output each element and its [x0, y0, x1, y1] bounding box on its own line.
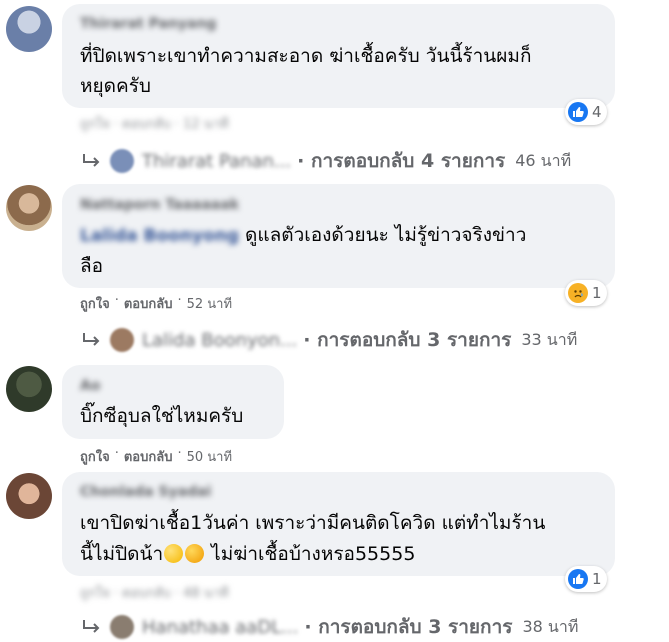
- separator: ·: [177, 293, 182, 308]
- comment-text: ลือ: [80, 255, 104, 277]
- comment-author[interactable]: Nattaporn Taaaaaak: [80, 197, 239, 213]
- view-replies[interactable]: Thirarat Panan... · การตอบกลับ 4 รายการ …: [80, 146, 571, 176]
- separator: ·: [177, 446, 182, 461]
- reply-time: 38 นาที: [522, 616, 579, 636]
- avatar[interactable]: [6, 6, 52, 52]
- reply-arrow-icon: [83, 154, 100, 167]
- reaction-number: 1: [592, 570, 602, 588]
- comment-author[interactable]: Chonlada Syadai: [80, 484, 211, 500]
- avatar[interactable]: [6, 366, 52, 412]
- comment-actions[interactable]: ถูกใจ · ตอบกลับ · 12 นาที: [80, 113, 229, 134]
- comment-author[interactable]: Ao: [80, 378, 100, 394]
- rofl-emoji: [185, 544, 205, 563]
- comment-text: นี้ไม่ปิดน้า ไม่ฆ่าเชื้อบ้างหรอ55555: [80, 538, 415, 570]
- sad-icon: [568, 283, 588, 303]
- rolling-eyes-emoji: [164, 544, 184, 563]
- reaction-count[interactable]: 1: [565, 566, 607, 592]
- comment-time[interactable]: 50 นาที: [187, 446, 232, 467]
- reply-avatar: [110, 149, 134, 173]
- comment-text: ที่ปิดเพราะเขาทำความสะอาด ฆ่าเชื้อครับ ว…: [80, 45, 532, 67]
- like-button[interactable]: ถูกใจ: [80, 446, 110, 467]
- comment-text-body: ไม่ฆ่าเชื้อบ้างหรอ55555: [205, 543, 416, 565]
- reply-author: Hanathaa aaDL...: [142, 616, 299, 638]
- reply-button[interactable]: ตอบกลับ: [124, 446, 173, 467]
- replies-count-label[interactable]: · การตอบกลับ 3 รายการ: [303, 325, 511, 355]
- comment-actions[interactable]: ถูกใจ · ตอบกลับ · 48 นาที: [80, 582, 229, 603]
- comment-text-body: นี้ไม่ปิดน้า: [80, 543, 164, 565]
- reaction-count[interactable]: 1: [565, 280, 607, 306]
- tagged-user[interactable]: Lalida Boonyong: [80, 226, 239, 246]
- comment-time[interactable]: 52 นาที: [187, 293, 232, 314]
- avatar[interactable]: [6, 185, 52, 231]
- comment-text: บิ๊กซีอุบลใช่ไหมครับ: [80, 405, 244, 427]
- reply-time: 33 นาที: [521, 329, 578, 349]
- comment-actions: ถูกใจ · ตอบกลับ · 52 นาที: [80, 293, 232, 314]
- reply-avatar: [110, 615, 134, 639]
- comment-text: เขาปิดฆ่าเชื้อ1วันค่า เพราะว่ามีคนติดโคว…: [80, 512, 546, 534]
- comment-author[interactable]: Thirarat Panyang: [80, 16, 216, 32]
- separator: ·: [114, 446, 119, 461]
- separator: ·: [114, 293, 119, 308]
- like-icon: [568, 569, 588, 589]
- view-replies[interactable]: Lalida Boonyon... · การตอบกลับ 3 รายการ …: [80, 325, 577, 355]
- reaction-number: 1: [592, 284, 602, 302]
- avatar[interactable]: [6, 473, 52, 519]
- replies-count-label[interactable]: · การตอบกลับ 4 รายการ: [297, 146, 505, 176]
- reply-avatar: [110, 328, 134, 352]
- view-replies[interactable]: Hanathaa aaDL... · การตอบกลับ 3 รายการ 3…: [80, 612, 578, 642]
- reaction-count[interactable]: 4: [565, 99, 607, 125]
- comment-text: หยุดครับ: [80, 75, 151, 97]
- reply-arrow-icon: [83, 333, 100, 346]
- reaction-number: 4: [592, 103, 602, 121]
- reply-time: 46 นาที: [515, 150, 572, 170]
- reply-author: Lalida Boonyon...: [142, 329, 298, 351]
- reply-author: Thirarat Panan...: [142, 150, 292, 172]
- comment-actions: ถูกใจ · ตอบกลับ · 50 นาที: [80, 446, 232, 467]
- like-button[interactable]: ถูกใจ: [80, 293, 110, 314]
- reply-button[interactable]: ตอบกลับ: [124, 293, 173, 314]
- comment-text: Lalida Boonyong ดูแลตัวเองด้วยนะ ไม่รู้ข…: [80, 219, 526, 252]
- like-icon: [568, 102, 588, 122]
- replies-count-label[interactable]: · การตอบกลับ 3 รายการ: [304, 612, 512, 642]
- comment-text-body: ดูแลตัวเองด้วยนะ ไม่รู้ข่าวจริงข่าว: [245, 224, 527, 246]
- reply-arrow-icon: [83, 620, 100, 633]
